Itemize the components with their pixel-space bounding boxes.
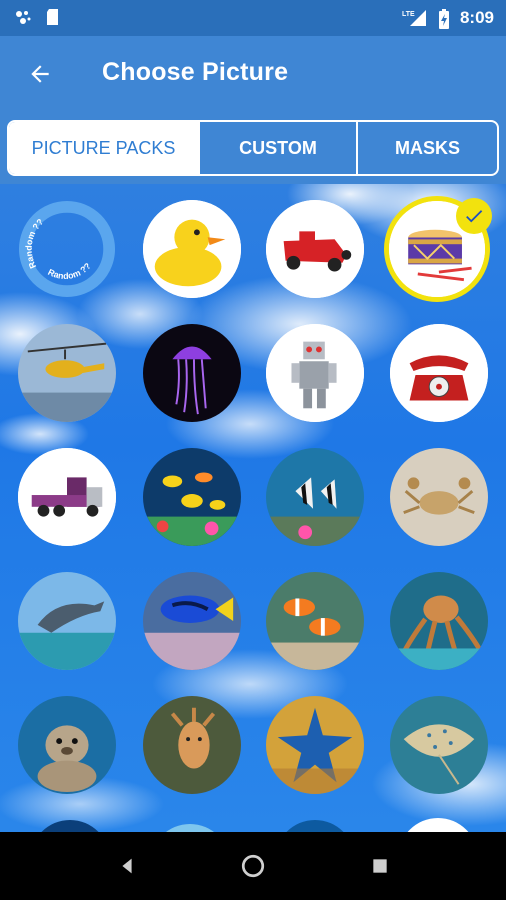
tile-helicopter[interactable] [18, 324, 116, 422]
arrow-back-icon [31, 65, 49, 83]
back-button[interactable] [22, 56, 58, 92]
tile-rubber-duck[interactable] [143, 200, 241, 298]
page-title: Choose Picture [102, 58, 289, 86]
battery-charging-icon [438, 9, 450, 29]
nav-home-icon [241, 854, 265, 878]
tab-masks[interactable]: MASKS [356, 122, 497, 174]
tab-custom[interactable]: CUSTOM [198, 122, 356, 174]
tile-starfish[interactable] [266, 696, 364, 794]
tile-toy-robot[interactable] [266, 324, 364, 422]
app-bar: Choose Picture [0, 36, 506, 112]
tile-crab[interactable] [390, 448, 488, 546]
tab-picture-packs[interactable]: PICTURE PACKS [9, 122, 198, 174]
picture-grid: Random ?? Random ?? [0, 184, 506, 832]
status-time: 8:09 [459, 8, 494, 27]
tile-partial-4[interactable] [398, 818, 478, 832]
tile-partial-2[interactable] [150, 824, 230, 832]
lte-label: LTE [402, 11, 415, 18]
tile-purple-truck[interactable] [18, 448, 116, 546]
tile-blue-tang[interactable] [143, 572, 241, 670]
nav-home-button[interactable] [237, 850, 269, 882]
lte-signal-icon: LTE [402, 9, 428, 27]
sd-card-icon [44, 8, 62, 26]
tile-partial-1[interactable] [30, 820, 110, 832]
tile-octopus[interactable] [390, 572, 488, 670]
tabs-container: PICTURE PACKS CUSTOM MASKS [0, 112, 506, 184]
selected-check-badge [456, 198, 492, 234]
tile-dolphin[interactable] [18, 572, 116, 670]
tile-partial-3[interactable] [275, 820, 355, 832]
tile-striped-fish[interactable] [266, 448, 364, 546]
tile-stingray[interactable] [390, 696, 488, 794]
nav-recents-icon [373, 859, 387, 873]
tile-red-telephone[interactable] [390, 324, 488, 422]
tile-jellyfish[interactable] [143, 324, 241, 422]
tile-clownfish[interactable] [266, 572, 364, 670]
system-nav-bar [0, 832, 506, 900]
status-bar: LTE 8:09 [0, 0, 506, 36]
segmented-tabs: PICTURE PACKS CUSTOM MASKS [7, 120, 499, 176]
nav-back-icon [122, 858, 132, 874]
tile-random[interactable]: Random ?? Random ?? [18, 200, 116, 298]
tile-seal[interactable] [18, 696, 116, 794]
nav-back-button[interactable] [111, 850, 143, 882]
tile-tropical-fish[interactable] [143, 448, 241, 546]
tile-cuttlefish[interactable] [143, 696, 241, 794]
tile-toy-car[interactable] [266, 200, 364, 298]
assistant-icon [14, 8, 32, 26]
nav-recents-button[interactable] [364, 850, 396, 882]
check-icon [466, 210, 483, 223]
